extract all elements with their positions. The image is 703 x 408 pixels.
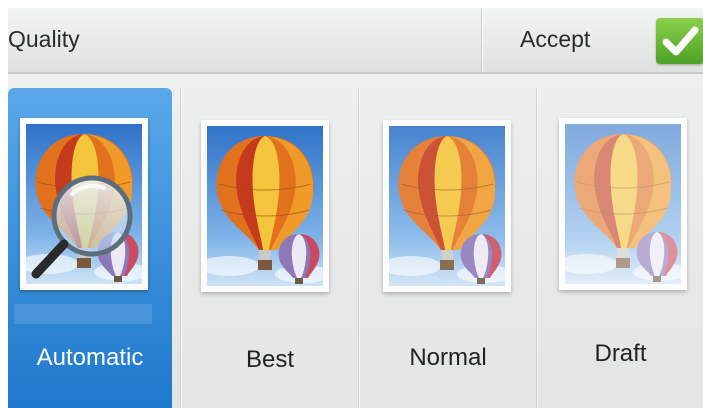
option-label: Automatic [36, 344, 144, 371]
balloon-best-icon [201, 120, 329, 292]
quality-screen: Quality Accept Automatic Best Normal Dra… [8, 8, 703, 408]
balloon-normal-icon [383, 120, 511, 292]
magnifier-balloon-icon [20, 118, 148, 290]
balloon-draft-icon [559, 118, 687, 290]
accept-label: Accept [520, 26, 591, 52]
option-normal[interactable]: Normal [358, 88, 537, 408]
option-label: Best [245, 346, 295, 373]
accept-button[interactable]: Accept [481, 8, 703, 72]
selection-highlight [14, 304, 152, 324]
option-label: Draft [594, 340, 647, 367]
option-automatic[interactable]: Automatic [8, 88, 172, 408]
page-title: Quality [8, 26, 80, 52]
header-bar: Quality Accept [8, 8, 703, 74]
option-label: Normal [409, 344, 487, 371]
option-best[interactable]: Best [180, 88, 359, 408]
checkmark-icon[interactable] [656, 18, 703, 64]
quality-options: Automatic Best Normal Draft [8, 88, 703, 408]
option-draft[interactable]: Draft [536, 88, 703, 408]
